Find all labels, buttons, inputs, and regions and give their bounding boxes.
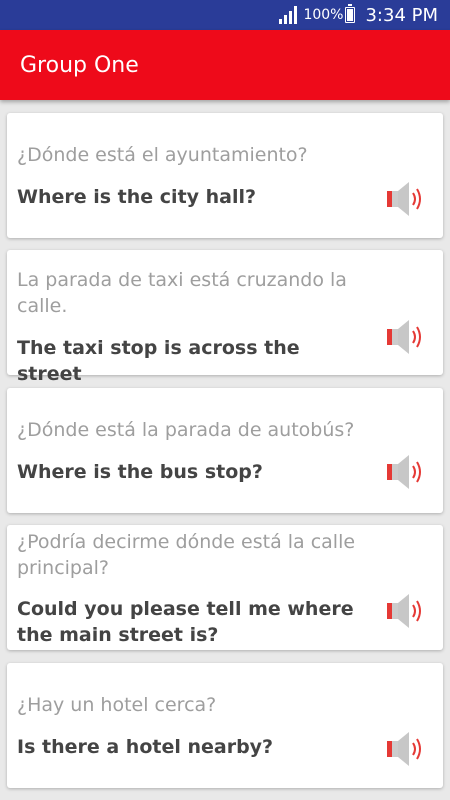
app-bar: Group One bbox=[0, 30, 450, 100]
clock: 3:34 PM bbox=[365, 4, 438, 26]
speaker-icon[interactable] bbox=[385, 591, 425, 631]
spanish-phrase: ¿Hay un hotel cerca? bbox=[17, 694, 217, 716]
page-title: Group One bbox=[20, 52, 139, 78]
phrase-card[interactable]: ¿Dónde está el ayuntamiento? Where is th… bbox=[7, 113, 443, 238]
phrase-card[interactable]: ¿Hay un hotel cerca? Is there a hotel ne… bbox=[7, 663, 443, 788]
speaker-icon[interactable] bbox=[385, 729, 425, 769]
speaker-icon[interactable] bbox=[385, 317, 425, 357]
english-phrase: Where is the city hall? bbox=[17, 186, 257, 208]
english-phrase: Is there a hotel nearby? bbox=[17, 736, 274, 758]
english-phrase: The taxi stop is across the street bbox=[17, 337, 300, 385]
speaker-icon[interactable] bbox=[385, 452, 425, 492]
spanish-phrase: ¿Dónde está la parada de autobús? bbox=[17, 419, 355, 441]
battery-icon bbox=[345, 4, 356, 23]
spanish-phrase: ¿Podría decirme dónde está la calle prin… bbox=[17, 531, 356, 579]
phrase-card[interactable]: ¿Podría decirme dónde está la calle prin… bbox=[7, 525, 443, 650]
english-phrase: Could you please tell me where the main … bbox=[17, 598, 354, 646]
status-bar: 100% 3:34 PM bbox=[0, 0, 450, 30]
spanish-phrase: ¿Dónde está el ayuntamiento? bbox=[17, 144, 308, 166]
phrase-card[interactable]: La parada de taxi está cruzando la calle… bbox=[7, 250, 443, 385]
spanish-phrase: La parada de taxi está cruzando la calle… bbox=[17, 269, 347, 317]
signal-icon bbox=[277, 6, 298, 24]
battery-percent: 100% bbox=[303, 7, 344, 23]
phrase-card[interactable]: ¿Dónde está la parada de autobús? Where … bbox=[7, 388, 443, 513]
speaker-icon[interactable] bbox=[385, 179, 425, 219]
english-phrase: Where is the bus stop? bbox=[17, 461, 263, 483]
